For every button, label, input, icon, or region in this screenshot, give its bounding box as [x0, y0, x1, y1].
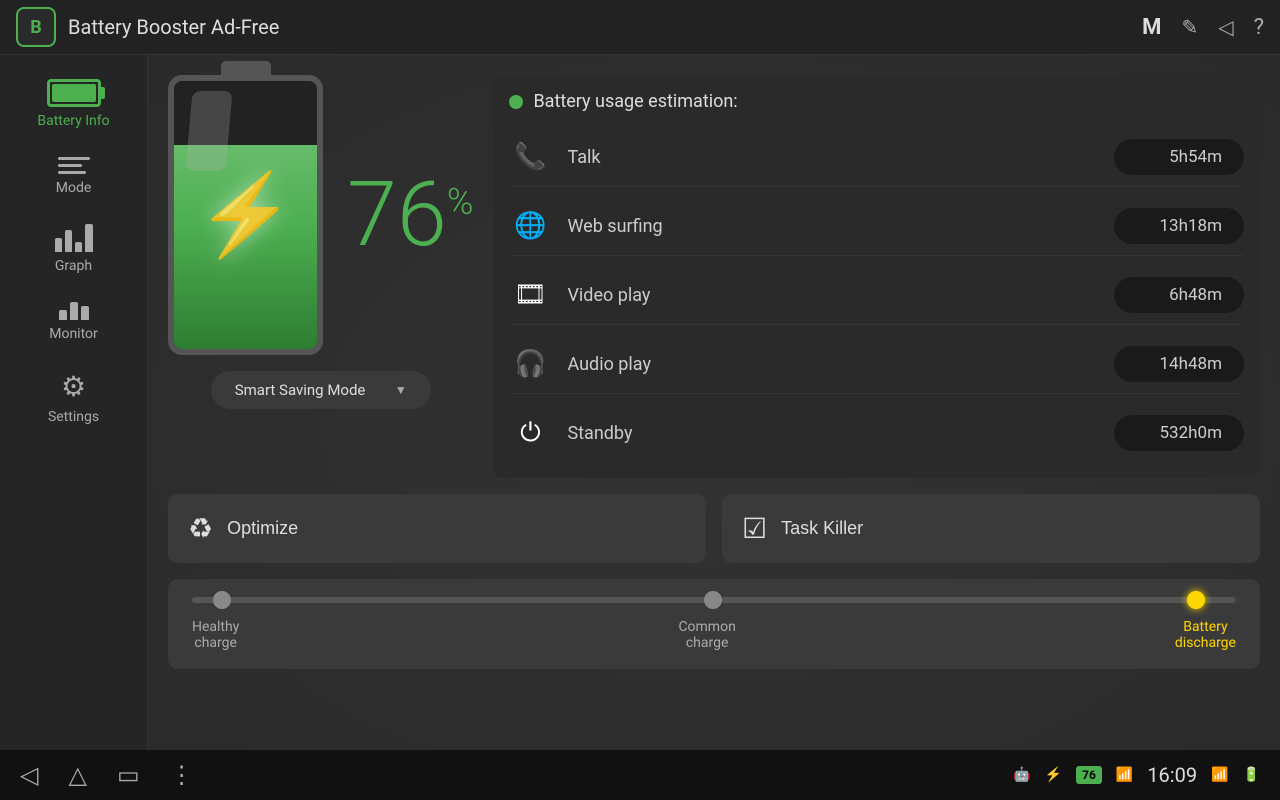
usage-title: Battery usage estimation:	[533, 91, 737, 112]
battery-icon-bar: 🔋	[1243, 767, 1260, 783]
clock-display: 16:09	[1147, 763, 1197, 787]
sidebar-item-mode[interactable]: Mode	[0, 143, 147, 210]
sidebar-label-graph: Graph	[55, 258, 92, 274]
m-button[interactable]: M	[1142, 15, 1161, 40]
usage-header: Battery usage estimation:	[509, 91, 1244, 112]
slider-fill	[192, 597, 1079, 603]
usage-label-audio-play: Audio play	[567, 354, 1098, 375]
usage-item-standby: ⏻ Standby 532h0m	[509, 404, 1244, 462]
slider-labels: Healthy charge Common charge Battery dis…	[192, 619, 1236, 651]
content-top: ⚡ 76% Smart Saving Mode ▼	[168, 75, 1260, 478]
sidebar-item-battery-info[interactable]: Battery Info	[0, 65, 147, 143]
battery-percentage-display: 76%	[347, 170, 473, 260]
help-icon[interactable]: ?	[1254, 15, 1264, 40]
charge-slider-panel: Healthy charge Common charge Battery dis…	[168, 579, 1260, 669]
optimize-icon: ♻	[188, 512, 213, 545]
usage-time-standby: 532h0m	[1114, 415, 1244, 451]
battery-visual-row: ⚡ 76%	[168, 75, 473, 355]
edit-icon[interactable]: ✎	[1181, 15, 1198, 39]
battery-drawing-wrap: ⚡	[168, 75, 323, 355]
percent-sign: %	[447, 184, 474, 220]
task-killer-icon: ☑	[742, 512, 767, 545]
battery-cap	[221, 61, 271, 75]
optimize-button[interactable]: ♻ Optimize	[168, 494, 706, 563]
sidebar-label-mode: Mode	[56, 180, 92, 196]
web-surfing-icon: 🌐	[509, 205, 551, 247]
battery-bolt-icon: ⚡	[196, 168, 296, 262]
app-icon: B	[16, 7, 56, 47]
sidebar-label-settings: Settings	[48, 409, 99, 425]
top-bar: B Battery Booster Ad-Free M ✎ ◁ ?	[0, 0, 1280, 55]
battery-main: ⚡ 76% Smart Saving Mode ▼	[168, 75, 473, 409]
task-killer-label: Task Killer	[781, 518, 863, 539]
battery-level-badge: 76	[1076, 766, 1102, 784]
usage-label-web-surfing: Web surfing	[567, 216, 1098, 237]
usage-label-talk: Talk	[567, 147, 1098, 168]
usage-time-video-play: 6h48m	[1114, 277, 1244, 313]
battery-visual: ⚡	[168, 75, 323, 355]
slider-thumb-mid[interactable]	[704, 591, 722, 609]
battery-shine	[186, 91, 233, 171]
usage-time-audio-play: 14h48m	[1114, 346, 1244, 382]
sidebar-label-battery-info: Battery Info	[37, 113, 109, 129]
usage-item-talk: 📞 Talk 5h54m	[509, 128, 1244, 187]
usage-time-talk: 5h54m	[1114, 139, 1244, 175]
sidebar: Battery Info Mode Graph	[0, 55, 148, 800]
battery-info-icon	[47, 79, 101, 107]
top-icons-group: M ✎ ◁ ?	[1142, 15, 1264, 40]
monitor-icon	[59, 302, 89, 320]
video-play-icon: 🎞	[509, 274, 551, 316]
usage-list: 📞 Talk 5h54m 🌐 Web surfing 13h18m 🎞 Vide…	[509, 128, 1244, 462]
recent-button[interactable]: ▭	[117, 761, 140, 789]
usage-time-web-surfing: 13h18m	[1114, 208, 1244, 244]
sidebar-item-graph[interactable]: Graph	[0, 210, 147, 288]
slider-label-common: Common charge	[678, 619, 735, 651]
app-title: Battery Booster Ad-Free	[68, 15, 1142, 39]
talk-icon: 📞	[509, 136, 551, 178]
usage-label-video-play: Video play	[567, 285, 1098, 306]
android-icon: 🤖	[1013, 767, 1030, 783]
slider-thumb-right[interactable]	[1187, 591, 1205, 609]
mode-icon	[58, 157, 90, 174]
status-dot	[509, 95, 523, 109]
chevron-down-icon: ▼	[395, 383, 407, 397]
usage-label-standby: Standby	[567, 423, 1098, 444]
sidebar-label-monitor: Monitor	[49, 326, 98, 342]
slider-label-healthy: Healthy charge	[192, 619, 239, 651]
content-area: ⚡ 76% Smart Saving Mode ▼	[148, 55, 1280, 800]
optimize-label: Optimize	[227, 518, 298, 539]
right-panel: Battery usage estimation: 📞 Talk 5h54m 🌐…	[493, 75, 1260, 478]
charge-slider-track[interactable]	[192, 597, 1236, 603]
percent-number: 76	[347, 162, 447, 267]
home-button[interactable]: △	[68, 761, 86, 789]
sidebar-item-monitor[interactable]: Monitor	[0, 288, 147, 356]
slider-label-discharge: Battery discharge	[1175, 619, 1236, 651]
settings-icon: ⚙	[61, 370, 86, 403]
status-icons: 🤖 ⚡ 76 📶 16:09 📶 🔋	[1013, 763, 1260, 787]
back-button[interactable]: ◁	[20, 761, 38, 789]
wifi-icon: 📶	[1211, 767, 1228, 783]
mode-dropdown[interactable]: Smart Saving Mode ▼	[211, 371, 431, 409]
audio-play-icon: 🎧	[509, 343, 551, 385]
usage-item-video-play: 🎞 Video play 6h48m	[509, 266, 1244, 325]
usage-item-audio-play: 🎧 Audio play 14h48m	[509, 335, 1244, 394]
usage-item-web-surfing: 🌐 Web surfing 13h18m	[509, 197, 1244, 256]
buttons-row: ♻ Optimize ☑ Task Killer	[168, 494, 1260, 563]
slider-thumb-left[interactable]	[213, 591, 231, 609]
bottom-bar: ◁ △ ▭ ⋮ 🤖 ⚡ 76 📶 16:09 📶 🔋	[0, 750, 1280, 800]
share-icon[interactable]: ◁	[1218, 15, 1233, 39]
task-killer-button[interactable]: ☑ Task Killer	[722, 494, 1260, 563]
main-layout: Battery Info Mode Graph	[0, 55, 1280, 800]
sidebar-item-settings[interactable]: ⚙ Settings	[0, 356, 147, 439]
battery-percent-value: 76%	[347, 170, 473, 260]
mode-dropdown-label: Smart Saving Mode	[235, 381, 366, 399]
standby-icon: ⏻	[509, 412, 551, 454]
signal-icon: 📶	[1116, 767, 1133, 783]
usb-icon: ⚡	[1045, 767, 1062, 783]
menu-button[interactable]: ⋮	[170, 761, 194, 789]
graph-icon	[55, 224, 93, 252]
